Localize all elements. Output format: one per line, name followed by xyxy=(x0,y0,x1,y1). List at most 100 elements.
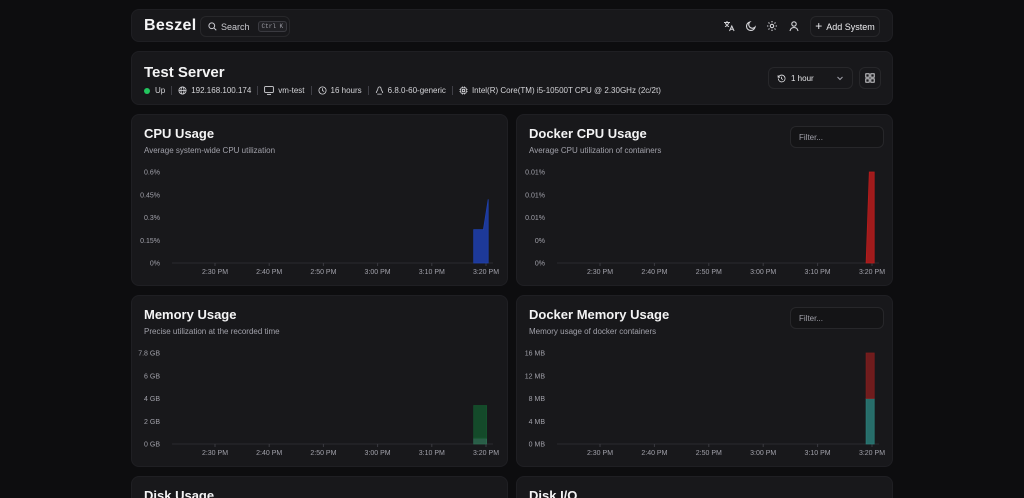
y-tick-label: 16 MB xyxy=(525,351,546,358)
docker-memory-chart[interactable]: 0 MB 4 MB 8 MB 12 MB 16 MB 2:30 PM 2:40 PM 2:50… xyxy=(517,296,894,468)
y-tick-label: 6 GB xyxy=(144,373,160,380)
kernel: 6.8.0-60-generic xyxy=(375,86,446,95)
y-tick-label: 0% xyxy=(535,261,545,268)
grid-icon xyxy=(865,73,875,83)
cpu-text: Intel(R) Core(TM) i5-10500T CPU @ 2.30GH… xyxy=(471,86,661,95)
card-title: Disk I/O xyxy=(529,488,578,498)
x-tick-label: 3:00 PM xyxy=(365,450,391,457)
status-dot-icon xyxy=(144,87,150,94)
x-tick-label: 2:30 PM xyxy=(202,450,228,457)
layout-grid-button[interactable] xyxy=(859,67,881,89)
x-tick-label: 2:30 PM xyxy=(202,269,228,276)
x-tick-label: 3:10 PM xyxy=(419,450,445,457)
monitor-icon xyxy=(264,86,275,95)
y-tick-label: 0.01% xyxy=(525,192,545,199)
series-area xyxy=(473,437,487,445)
docker-cpu-chart[interactable]: 0% 0% 0.01% 0.01% 0.01% 2:30 PM 2:40 PM 2:50 PM… xyxy=(517,115,894,287)
y-tick-label: 0% xyxy=(150,261,160,268)
x-tick-label: 2:30 PM xyxy=(587,450,613,457)
x-tick-label: 2:40 PM xyxy=(641,450,667,457)
moon-icon[interactable] xyxy=(744,19,758,33)
y-tick-label: 4 GB xyxy=(144,396,160,403)
y-tick-label: 4 MB xyxy=(529,419,546,426)
top-nav: Beszel Search Ctrl K + Add System xyxy=(131,9,893,42)
search-label: Search xyxy=(221,21,250,32)
uptime: 16 hours xyxy=(318,86,362,95)
series-area xyxy=(865,398,875,445)
server-name: Test Server xyxy=(144,64,225,81)
y-tick-label: 0.3% xyxy=(144,215,160,222)
hostname-text: vm-test xyxy=(278,86,305,95)
x-tick-label: 3:10 PM xyxy=(805,269,831,276)
gear-icon[interactable] xyxy=(765,19,779,33)
series-area xyxy=(473,199,489,264)
memory-usage-card: Memory Usage Precise utilization at the … xyxy=(131,295,508,467)
disk-io-card: Disk I/O xyxy=(516,476,893,498)
linux-icon xyxy=(375,86,383,95)
y-tick-label: 0.6% xyxy=(144,170,160,177)
y-tick-label: 0 MB xyxy=(529,442,546,449)
search-shortcut: Ctrl K xyxy=(257,21,288,32)
memory-chart[interactable]: 0 GB 2 GB 4 GB 6 GB 7.8 GB 2:30 PM 2:40 PM 2:50… xyxy=(132,296,509,468)
time-range-select[interactable]: 1 hour xyxy=(768,67,853,89)
clock-icon xyxy=(318,86,327,95)
y-tick-label: 0 GB xyxy=(144,442,160,449)
x-tick-label: 2:40 PM xyxy=(256,269,282,276)
system-header: Test Server Up 192.168.100.174 vm-test 1… xyxy=(131,51,893,105)
y-tick-label: 2 GB xyxy=(144,419,160,426)
x-tick-label: 2:50 PM xyxy=(310,450,336,457)
cpu-usage-card: CPU Usage Average system-wide CPU utiliz… xyxy=(131,114,508,286)
disk-usage-card: Disk Usage xyxy=(131,476,508,498)
y-tick-label: 8 MB xyxy=(529,396,546,403)
x-tick-label: 3:00 PM xyxy=(750,450,776,457)
x-tick-label: 3:20 PM xyxy=(473,450,499,457)
system-info-bar: Up 192.168.100.174 vm-test 16 hours 6.8.… xyxy=(144,86,661,95)
card-title: Disk Usage xyxy=(144,488,215,498)
y-tick-label: 0.15% xyxy=(140,238,160,245)
hostname: vm-test xyxy=(264,86,305,95)
cpu-chart[interactable]: 0% 0.15% 0.3% 0.45% 0.6% 2:30 PM 2:40 PM 2:50 P… xyxy=(132,115,509,287)
x-tick-label: 2:50 PM xyxy=(310,269,336,276)
y-tick-label: 12 MB xyxy=(525,373,546,380)
time-range-value: 1 hour xyxy=(791,73,814,83)
uptime-text: 16 hours xyxy=(330,86,362,95)
x-tick-label: 3:10 PM xyxy=(805,450,831,457)
x-tick-label: 2:40 PM xyxy=(641,269,667,276)
x-tick-label: 3:20 PM xyxy=(473,269,499,276)
y-tick-label: 0% xyxy=(535,238,545,245)
y-tick-label: 0.45% xyxy=(140,192,160,199)
x-tick-label: 3:20 PM xyxy=(859,269,885,276)
ip-text: 192.168.100.174 xyxy=(191,86,252,95)
x-tick-label: 2:30 PM xyxy=(587,269,613,276)
search-button[interactable]: Search Ctrl K xyxy=(200,16,290,37)
search-icon xyxy=(208,22,217,31)
series-area xyxy=(865,352,875,399)
x-tick-label: 3:20 PM xyxy=(859,450,885,457)
x-tick-label: 2:50 PM xyxy=(696,269,722,276)
user-icon[interactable] xyxy=(787,19,801,33)
chevron-down-icon xyxy=(837,76,843,81)
y-tick-label: 0.01% xyxy=(525,170,545,177)
series-area xyxy=(865,171,875,264)
status-text: Up xyxy=(155,86,166,95)
cpu-model: Intel(R) Core(TM) i5-10500T CPU @ 2.30GH… xyxy=(459,86,661,95)
x-tick-label: 3:00 PM xyxy=(365,269,391,276)
plus-icon: + xyxy=(815,19,823,33)
ip-address: 192.168.100.174 xyxy=(178,86,251,95)
y-tick-label: 7.8 GB xyxy=(138,351,160,358)
series-area xyxy=(473,405,487,439)
x-tick-label: 2:50 PM xyxy=(696,450,722,457)
add-system-label: Add System xyxy=(826,21,875,32)
y-tick-label: 0.01% xyxy=(525,215,545,222)
status-badge: Up xyxy=(144,86,165,95)
x-tick-label: 3:00 PM xyxy=(750,269,776,276)
logo[interactable]: Beszel xyxy=(144,17,197,35)
cpu-icon xyxy=(459,86,468,95)
kernel-text: 6.8.0-60-generic xyxy=(387,86,446,95)
x-tick-label: 2:40 PM xyxy=(256,450,282,457)
docker-memory-usage-card: Docker Memory Usage Memory usage of dock… xyxy=(516,295,893,467)
docker-cpu-usage-card: Docker CPU Usage Average CPU utilization… xyxy=(516,114,893,286)
history-icon xyxy=(777,74,786,82)
translate-icon[interactable] xyxy=(722,19,736,33)
add-system-button[interactable]: + Add System xyxy=(810,16,880,37)
